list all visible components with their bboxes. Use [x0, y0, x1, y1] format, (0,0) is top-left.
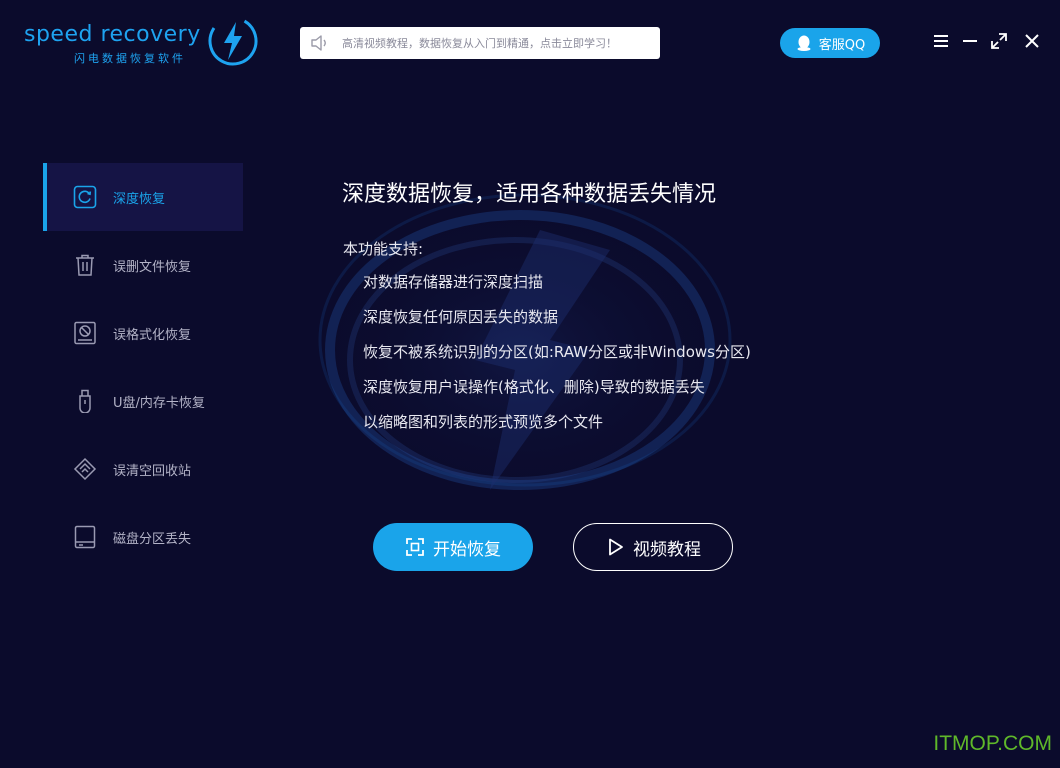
close-icon[interactable] [1021, 30, 1043, 52]
customer-service-qq-button[interactable]: 客服QQ [780, 28, 880, 58]
recycle-bin-icon [73, 457, 97, 481]
play-icon [609, 538, 623, 556]
sidebar-item-label: 误删文件恢复 [113, 259, 192, 275]
list-item: 深度恢复用户误操作(格式化、删除)导致的数据丢失 [363, 378, 705, 396]
usb-icon [79, 389, 91, 413]
speaker-icon [311, 35, 326, 51]
menu-icon[interactable] [930, 30, 952, 52]
format-disk-icon [74, 321, 96, 345]
sidebar: 深度恢复 误删文件恢复 误格式化恢复 U盘/内存卡恢复 误清空回收站 磁盘分区丢… [43, 163, 243, 571]
watermark-text: ITMOP.COM [933, 732, 1052, 755]
sidebar-item-usb-card-recovery[interactable]: U盘/内存卡恢复 [43, 367, 243, 435]
minimize-icon[interactable] [959, 30, 981, 52]
disk-partition-icon [74, 525, 96, 549]
list-item: 深度恢复任何原因丢失的数据 [363, 308, 559, 326]
video-tutorial-label: 视频教程 [633, 539, 701, 560]
qq-label: 客服QQ [818, 37, 866, 53]
sidebar-item-label: U盘/内存卡恢复 [113, 395, 205, 411]
scan-icon [406, 538, 424, 556]
sidebar-item-deleted-file-recovery[interactable]: 误删文件恢复 [43, 231, 243, 299]
app-window: speed recovery 闪电数据恢复软件 高清视频教程，数据恢复从入门到精… [0, 0, 1060, 768]
start-recovery-button[interactable]: 开始恢复 [373, 523, 533, 571]
page-title: 深度数据恢复，适用各种数据丢失情况 [342, 182, 717, 207]
sidebar-item-label: 误清空回收站 [113, 463, 192, 479]
app-logo: speed recovery 闪电数据恢复软件 [24, 14, 264, 70]
sidebar-item-recycle-bin-recovery[interactable]: 误清空回收站 [43, 435, 243, 503]
list-item: 以缩略图和列表的形式预览多个文件 [363, 413, 604, 431]
support-label: 本功能支持: [343, 240, 424, 258]
sidebar-item-partition-loss[interactable]: 磁盘分区丢失 [43, 503, 243, 571]
sidebar-item-deep-recovery[interactable]: 深度恢复 [43, 163, 243, 231]
sidebar-item-label: 磁盘分区丢失 [113, 531, 192, 547]
list-item: 对数据存储器进行深度扫描 [363, 273, 544, 291]
maximize-icon[interactable] [988, 30, 1010, 52]
sidebar-item-format-recovery[interactable]: 误格式化恢复 [43, 299, 243, 367]
notice-bar[interactable]: 高清视频教程，数据恢复从入门到精通，点击立即学习！ [300, 27, 660, 59]
deep-recovery-icon [73, 185, 97, 209]
lightning-bolt-icon [208, 16, 258, 66]
video-tutorial-button[interactable]: 视频教程 [573, 523, 733, 571]
sidebar-item-label: 深度恢复 [113, 191, 166, 207]
logo-subtitle: 闪电数据恢复软件 [74, 52, 186, 65]
qq-penguin-icon [797, 35, 811, 51]
feature-list: 对数据存储器进行深度扫描 深度恢复任何原因丢失的数据 恢复不被系统识别的分区(如… [363, 270, 751, 445]
list-item: 恢复不被系统识别的分区(如:RAW分区或非Windows分区) [363, 343, 751, 361]
start-recovery-label: 开始恢复 [433, 539, 501, 560]
sidebar-item-label: 误格式化恢复 [113, 327, 192, 343]
notice-text[interactable]: 高清视频教程，数据恢复从入门到精通，点击立即学习！ [342, 35, 617, 51]
trash-icon [76, 254, 94, 276]
logo-text: speed recovery [24, 22, 201, 47]
